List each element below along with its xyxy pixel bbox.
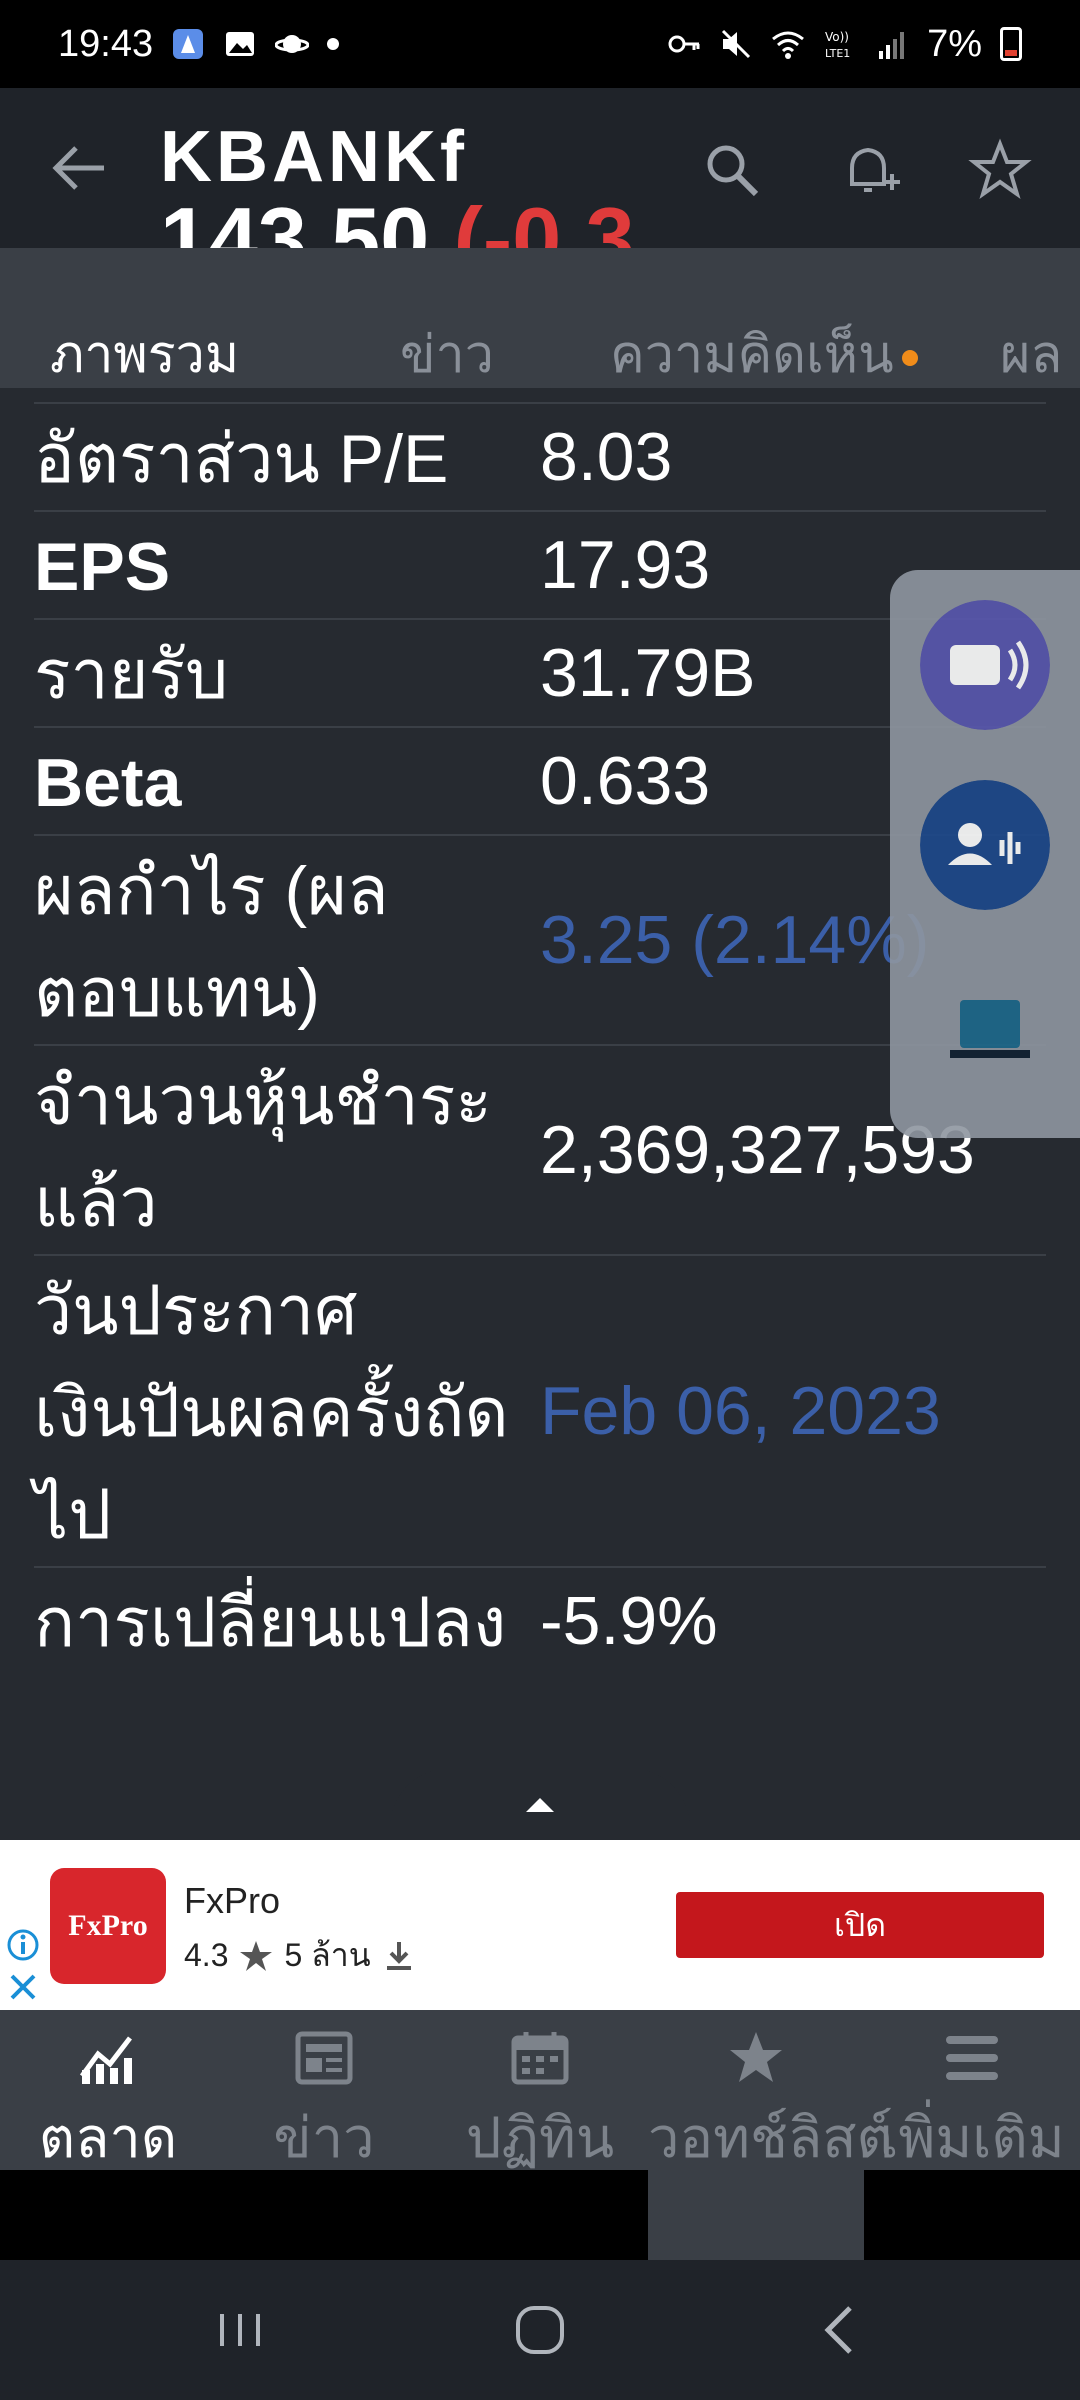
nav-news[interactable]: ข่าว — [216, 2010, 432, 2170]
stat-label: รายรับ — [34, 637, 229, 713]
wifi-icon — [772, 31, 805, 59]
advertiser-logo: FxPro — [50, 1868, 166, 1984]
ad-open-button[interactable]: เปิด — [676, 1892, 1044, 1958]
nav-markets[interactable]: ตลาด — [0, 2010, 216, 2170]
device-icon[interactable] — [920, 970, 1050, 1100]
stat-value: -5.9% — [540, 1583, 718, 1659]
stat-label: การเปลี่ยนแปลง — [34, 1585, 507, 1661]
nav-label: เพิ่มเติม — [879, 2106, 1065, 2169]
stat-label: Beta — [34, 745, 182, 821]
nav-spacer — [0, 2170, 1080, 2260]
home-icon[interactable] — [510, 2300, 570, 2360]
stat-value: 8.03 — [540, 419, 673, 495]
new-content-dot — [901, 350, 918, 367]
svg-text:Vo)): Vo)) — [825, 30, 849, 44]
status-bar: 19:43 Vo)) LTE1 7% — [0, 0, 1080, 88]
back-icon[interactable] — [810, 2300, 870, 2360]
tab-comments-label: ความคิดเห็น — [610, 326, 894, 384]
bottom-navigation: ตลาด ข่าว ปฏิทิน วอทช์ลิสต์ เพิ่มเติม — [0, 2010, 1080, 2170]
stat-value: 17.93 — [540, 527, 711, 603]
stat-label: ผลกำไร (ผลตอบแทน) — [34, 853, 389, 1031]
section-tabs: ภาพรวม ข่าว ความคิดเห็น ผล — [0, 248, 1080, 388]
nav-more[interactable]: เพิ่มเติม — [864, 2010, 1080, 2170]
battery-icon — [1000, 27, 1022, 61]
nav-label: วอทช์ลิสต์ — [648, 2106, 893, 2169]
stat-value-link[interactable]: Feb 06, 2023 — [540, 1360, 941, 1462]
stat-label: จำนวนหุ้นชำระแล้ว — [34, 1063, 492, 1241]
nav-label: ปฏิทิน — [465, 2106, 615, 2169]
add-alert-icon[interactable] — [838, 138, 902, 202]
system-navigation-bar — [0, 2260, 1080, 2400]
ad-meta: 4.3 5 ล้าน — [184, 1930, 417, 1981]
stat-value-link[interactable]: 3.25 (2.14%) — [540, 889, 929, 991]
floating-edge-panel — [890, 570, 1080, 1138]
key-icon — [668, 35, 700, 53]
app-notification-icon — [173, 29, 204, 59]
tab-results[interactable]: ผล — [1000, 312, 1062, 388]
calendar-icon — [511, 2032, 569, 2085]
tab-news[interactable]: ข่าว — [400, 312, 494, 388]
nav-watchlist[interactable]: วอทช์ลิสต์ — [648, 2010, 893, 2170]
star-icon — [730, 2032, 782, 2082]
news-icon — [295, 2031, 353, 2085]
star-outline-icon[interactable] — [968, 138, 1032, 202]
battery-percent: 7% — [927, 22, 982, 65]
mute-icon — [722, 29, 751, 59]
stat-label: อัตราส่วน P/E — [34, 421, 449, 497]
stat-label: EPS — [34, 529, 171, 605]
tab-comments[interactable]: ความคิดเห็น — [610, 312, 918, 388]
status-time: 19:43 — [58, 22, 154, 65]
collapse-handle[interactable] — [390, 1768, 690, 1838]
stat-value: 31.79B — [540, 635, 756, 711]
instrument-price: 143.50 (-0.3 — [160, 188, 635, 248]
instrument-symbol: KBANKf — [160, 117, 468, 197]
ad-close-icon[interactable] — [6, 1970, 40, 2004]
ad-banner[interactable]: FxPro FxPro 4.3 5 ล้าน เปิด — [0, 1840, 1080, 2010]
stat-value: 0.633 — [540, 743, 711, 819]
svg-text:LTE1: LTE1 — [825, 47, 850, 60]
ad-rating: 4.3 — [184, 1937, 229, 1973]
price-value: 143.50 — [160, 189, 430, 248]
rating-star-icon — [240, 1940, 273, 1971]
chevron-up-icon — [526, 1798, 554, 1812]
planet-icon — [275, 35, 310, 53]
app-header: KBANKf 143.50 (-0.3 — [0, 88, 1080, 248]
signal-icon — [879, 32, 905, 59]
ad-info-icon[interactable] — [6, 1928, 40, 1962]
nav-label: ตลาด — [38, 2106, 178, 2169]
stat-row: วันประกาศเงินปันผลครั้งถัดไป Feb 06, 202… — [34, 1254, 1046, 1566]
stat-row: อัตราส่วน P/E 8.03 — [34, 402, 1046, 510]
tab-overview[interactable]: ภาพรวม — [50, 312, 239, 388]
stat-label: วันประกาศเงินปันผลครั้งถัดไป — [34, 1273, 509, 1553]
voice-contact-icon[interactable] — [920, 780, 1050, 910]
chart-icon — [79, 2036, 132, 2084]
more-notifications-dot — [327, 38, 340, 50]
nav-label: ข่าว — [273, 2106, 375, 2169]
stat-row: การเปลี่ยนแปลง -5.9% — [34, 1566, 1046, 1674]
nav-label-overflow — [648, 2170, 864, 2260]
price-change: (-0.3 — [453, 189, 635, 248]
search-icon[interactable] — [700, 138, 764, 202]
ad-downloads: 5 ล้าน — [284, 1937, 371, 1973]
gallery-icon — [226, 32, 255, 56]
recent-apps-icon[interactable] — [210, 2300, 270, 2360]
advertiser-name: FxPro — [184, 1880, 281, 1921]
nav-calendar[interactable]: ปฏิทิน — [432, 2010, 648, 2170]
back-arrow-icon[interactable] — [48, 136, 112, 200]
download-icon — [386, 1941, 411, 1970]
menu-icon — [946, 2036, 998, 2080]
volte-icon: Vo)) LTE1 — [825, 30, 850, 60]
keyboard-voice-icon[interactable] — [920, 600, 1050, 730]
